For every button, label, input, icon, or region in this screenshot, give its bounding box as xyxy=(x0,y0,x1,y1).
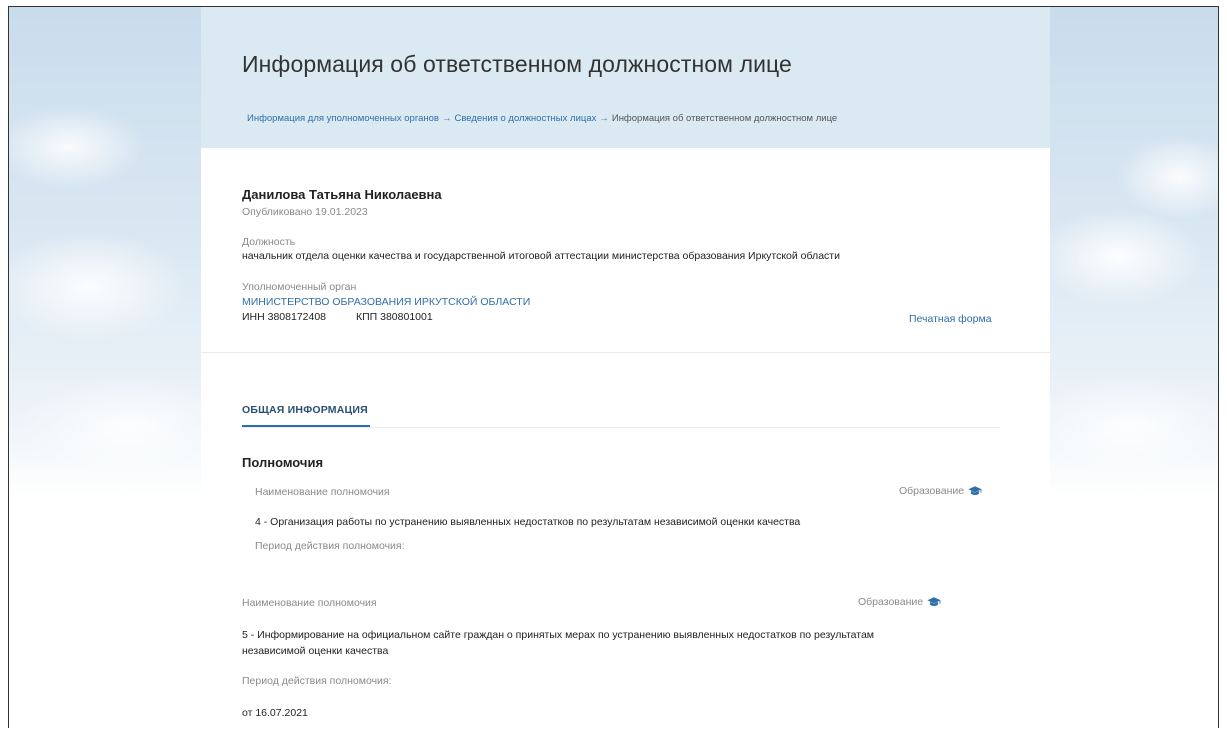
power-category-label: Образование xyxy=(858,596,924,608)
tab-bar-line xyxy=(242,427,1000,428)
authority-link[interactable]: МИНИСТЕРСТВО ОБРАЗОВАНИЯ ИРКУТСКОЙ ОБЛАС… xyxy=(242,296,530,308)
breadcrumb-separator: → xyxy=(441,113,452,124)
power-value-line1: 5 - Информирование на официальном сайте … xyxy=(242,629,875,641)
power-category-label: Образование xyxy=(899,485,965,497)
graduation-cap-icon xyxy=(968,486,982,495)
power-name-label: Наименование полномочия xyxy=(242,597,377,609)
graduation-cap-icon xyxy=(927,597,941,606)
power-period-label: Период действия полномочия: xyxy=(255,540,405,552)
authority-label: Уполномоченный орган xyxy=(242,281,357,293)
powers-title: Полномочия xyxy=(242,455,324,470)
breadcrumb: Информация для уполномоченных органов → Св… xyxy=(247,113,837,124)
breadcrumb-link-authorities[interactable]: Информация для уполномоченных органов xyxy=(247,113,439,124)
breadcrumb-current: Информация об ответственном должностном … xyxy=(611,113,838,124)
breadcrumb-link-officials[interactable]: Сведения о должностных лицах xyxy=(454,113,596,124)
position-label: Должность xyxy=(242,236,296,248)
section-divider xyxy=(201,352,1050,353)
power-category: Образование xyxy=(899,485,982,497)
kpp-value: КПП 380801001 xyxy=(356,311,433,323)
person-name: Данилова Татьяна Николаевна xyxy=(242,187,442,202)
main-content: Информация об ответственном должностном … xyxy=(201,7,1050,728)
print-form-link[interactable]: Печатная форма xyxy=(909,313,992,325)
tab-general-info[interactable]: ОБЩАЯ ИНФОРМАЦИЯ xyxy=(242,404,368,416)
power-category: Образование xyxy=(858,596,941,608)
inn-value: ИНН 3808172408 xyxy=(242,311,327,323)
power-period-value: от 16.07.2021 xyxy=(242,707,308,719)
page-title: Информация об ответственном должностном … xyxy=(242,51,792,77)
power-name-label: Наименование полномочия xyxy=(255,486,390,498)
power-value: 4 - Организация работы по устранению выя… xyxy=(255,516,801,528)
browser-viewport: Информация об ответственном должностном … xyxy=(8,6,1219,728)
power-value-line2: независимой оценки качества xyxy=(242,645,389,657)
position-value: начальник отдела оценки качества и госуд… xyxy=(242,250,840,262)
power-period-label: Период действия полномочия: xyxy=(242,675,392,687)
breadcrumb-separator: → xyxy=(599,113,609,124)
page-header: Информация об ответственном должностном … xyxy=(201,7,1050,148)
published-date: Опубликовано 19.01.2023 xyxy=(242,206,368,218)
